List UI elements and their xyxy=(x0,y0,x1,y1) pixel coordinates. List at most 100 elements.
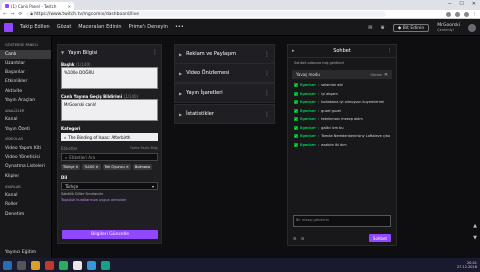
sidebar-item-channel-settings[interactable]: Kanal xyxy=(0,192,51,201)
scroll-down-icon[interactable]: ▼ xyxy=(473,232,477,244)
extension-icon[interactable] xyxy=(445,11,451,17)
sidebar-item-channel-analytics[interactable]: Kanal xyxy=(0,116,51,125)
taskbar-app-icon[interactable] xyxy=(31,260,40,270)
nav-following[interactable]: Takip Edilen xyxy=(20,24,50,30)
chat-username[interactable]: Egmiser xyxy=(300,143,316,147)
stream-markers-card[interactable]: ▶ Yayın İşaretleri ⋮ xyxy=(174,83,275,103)
close-tab-icon[interactable]: ✕ xyxy=(68,4,71,9)
sidebar-item-stream-tools[interactable]: Yayın Araçları xyxy=(0,96,51,105)
chevron-down-icon[interactable]: ▼ xyxy=(61,50,64,55)
more-icon[interactable]: ••• xyxy=(175,24,184,30)
user-menu[interactable]: MrGoorski Çevrimiçi xyxy=(437,23,460,33)
tag-chip[interactable]: %100 ✕ xyxy=(82,164,101,170)
forward-icon[interactable]: → xyxy=(11,12,15,17)
chat-username[interactable]: Egmiser xyxy=(300,117,316,121)
more-options-icon[interactable]: ⋮ xyxy=(387,48,392,54)
sidebar-item-video-manager[interactable]: Video Yöneticisi xyxy=(0,154,51,163)
browser-tab[interactable]: (1) Canlı Panel - Twitch ✕ xyxy=(2,2,74,10)
chat-text: tebrikmanı meezp abim xyxy=(321,117,363,122)
sidebar-item-activity[interactable]: Aktivite xyxy=(0,87,51,96)
url-field[interactable]: 🔒︎ https://www.twitch.tv/mgcomix/dashboa… xyxy=(26,11,387,17)
notification-textarea[interactable]: MrGoorski canlı! xyxy=(61,99,158,121)
chat-username[interactable]: Egmiser xyxy=(300,92,316,96)
sidebar-item-playlists[interactable]: Oynatma Listeleri xyxy=(0,163,51,172)
taskbar-app-icon[interactable] xyxy=(87,260,96,270)
chat-username[interactable]: Egmiser xyxy=(300,100,316,104)
reload-icon[interactable]: ⟳ xyxy=(19,12,23,17)
more-options-icon[interactable]: ⋮ xyxy=(264,90,270,97)
get-bits-button[interactable]: ◆ Bit Edinin xyxy=(392,24,430,32)
chat-send-button[interactable]: Sohbet xyxy=(368,234,391,242)
update-info-button[interactable]: Bilgileri Güncelle xyxy=(62,230,158,239)
sidebar-item-roles[interactable]: Roller xyxy=(0,201,51,210)
mod-badge-icon: ✓ xyxy=(294,108,298,113)
popout-icon[interactable]: ⇱ xyxy=(385,72,388,77)
inbox-icon[interactable]: ✉ xyxy=(368,25,372,31)
sidebar-item-clips[interactable]: Klipler xyxy=(0,172,51,181)
more-options-icon[interactable]: ⋮ xyxy=(264,70,270,77)
crown-icon[interactable]: ♛ xyxy=(380,25,384,31)
title-textarea[interactable]: %100e DOĞRU xyxy=(61,67,158,89)
sidebar-item-video-kit[interactable]: Video Yapım Kiti xyxy=(0,144,51,153)
nav-loot[interactable]: Maceraları Edinin xyxy=(78,24,121,30)
ads-sharing-card[interactable]: ▶ Reklam ve Paylaşım ⋮ xyxy=(174,44,275,64)
scroll-controls: ▲ ▼ xyxy=(473,220,477,244)
tag-chip[interactable]: Bulmaca xyxy=(132,164,153,170)
back-icon[interactable]: ← xyxy=(3,12,7,17)
sidebar-item-creator-camp[interactable]: Yayıncı Eğitim xyxy=(0,249,41,258)
sidebar-item-stream-summary[interactable]: Yayın Özeti xyxy=(0,125,51,134)
settings-icon[interactable]: ⚙ xyxy=(293,236,297,241)
chat-text: Tamda Neredenbenirsiny Loftaleve çıka xyxy=(321,134,390,139)
tags-search-input[interactable]: ⌕ Etiketleri Ara xyxy=(61,153,158,161)
language-label: Dil xyxy=(61,175,68,180)
chat-mode-value[interactable]: Olmalı xyxy=(370,73,381,77)
scroll-up-icon[interactable]: ▲ xyxy=(473,220,477,232)
stats-card[interactable]: ▶ İstatistikler ⋮ xyxy=(174,104,275,124)
sidebar-item-events[interactable]: Etkinlikler xyxy=(0,78,51,87)
language-select[interactable]: Türkçe ▾ xyxy=(61,182,158,190)
video-preview-card[interactable]: ▶ Video Önizlemesi ⋮ xyxy=(174,63,275,83)
tag-chip[interactable]: Türkçe ✕ xyxy=(61,164,81,170)
chat-message: ✓ Egmiser: selamlar abi xyxy=(294,83,343,88)
start-icon[interactable] xyxy=(3,260,12,270)
close-window-button[interactable]: ✕ xyxy=(472,1,476,7)
system-clock[interactable]: 20:41 27.12.2018 xyxy=(457,261,477,269)
more-options-icon[interactable]: ⋮ xyxy=(264,111,270,118)
taskbar-app-icon[interactable] xyxy=(45,260,54,270)
users-icon[interactable]: ☰ xyxy=(301,236,305,241)
collapse-icon[interactable]: ▸ xyxy=(292,48,295,54)
avatar[interactable] xyxy=(468,24,476,32)
sidebar-item-extensions[interactable]: Uzantılar xyxy=(0,59,51,68)
sidebar-item-achievements[interactable]: Başarılar xyxy=(0,69,51,78)
tags-learn-more-link[interactable]: Daha Fazla Bilgi xyxy=(130,146,158,151)
extension-icon[interactable] xyxy=(454,11,460,17)
chat-text: guzel guzel xyxy=(321,108,342,113)
menu-icon[interactable]: ⋮ xyxy=(473,12,478,17)
chat-username[interactable]: Egmiser xyxy=(300,109,316,113)
sidebar-item-moderation[interactable]: Denetim xyxy=(0,210,51,219)
nav-prime[interactable]: Prime'ı Deneyin xyxy=(129,24,168,30)
taskbar-app-icon[interactable] xyxy=(73,260,82,270)
chat-username[interactable]: Egmiser xyxy=(300,134,316,138)
chat-text: kudabana iyi olmuşsun kuyemlerimi xyxy=(321,100,385,105)
more-options-icon[interactable]: ⋮ xyxy=(264,51,270,58)
chat-input[interactable]: Bir mesaj gönderin xyxy=(293,215,391,227)
guidelines-note[interactable]: Topluluk kurallarınıza uygun olmalıdır xyxy=(61,198,158,202)
chat-username[interactable]: Egmiser xyxy=(300,126,316,130)
more-options-icon[interactable]: ⋮ xyxy=(152,49,158,56)
minimize-button[interactable]: ─ xyxy=(448,1,451,7)
tag-chip[interactable]: Tek Oyuncu ✕ xyxy=(102,164,131,170)
taskbar-app-icon[interactable] xyxy=(17,260,26,270)
sidebar-item-live[interactable]: Canlı xyxy=(0,50,51,60)
category-input[interactable]: ⌕ The Binding of Isaac: Afterbirth xyxy=(61,133,158,141)
mod-badge-icon: ✓ xyxy=(294,100,298,105)
chat-username[interactable]: Egmiser xyxy=(300,83,316,87)
taskbar-app-icon[interactable] xyxy=(101,260,110,270)
chat-header: ▸ Sohbet ⋮ xyxy=(288,45,396,58)
profile-icon[interactable] xyxy=(463,11,469,17)
nav-browse[interactable]: Gözat xyxy=(57,24,72,30)
maximize-button[interactable]: ☐ xyxy=(459,1,463,7)
card-title: Yayın İşaretleri xyxy=(186,90,223,96)
taskbar-app-icon[interactable] xyxy=(59,260,68,270)
twitch-logo-icon[interactable] xyxy=(4,22,13,32)
